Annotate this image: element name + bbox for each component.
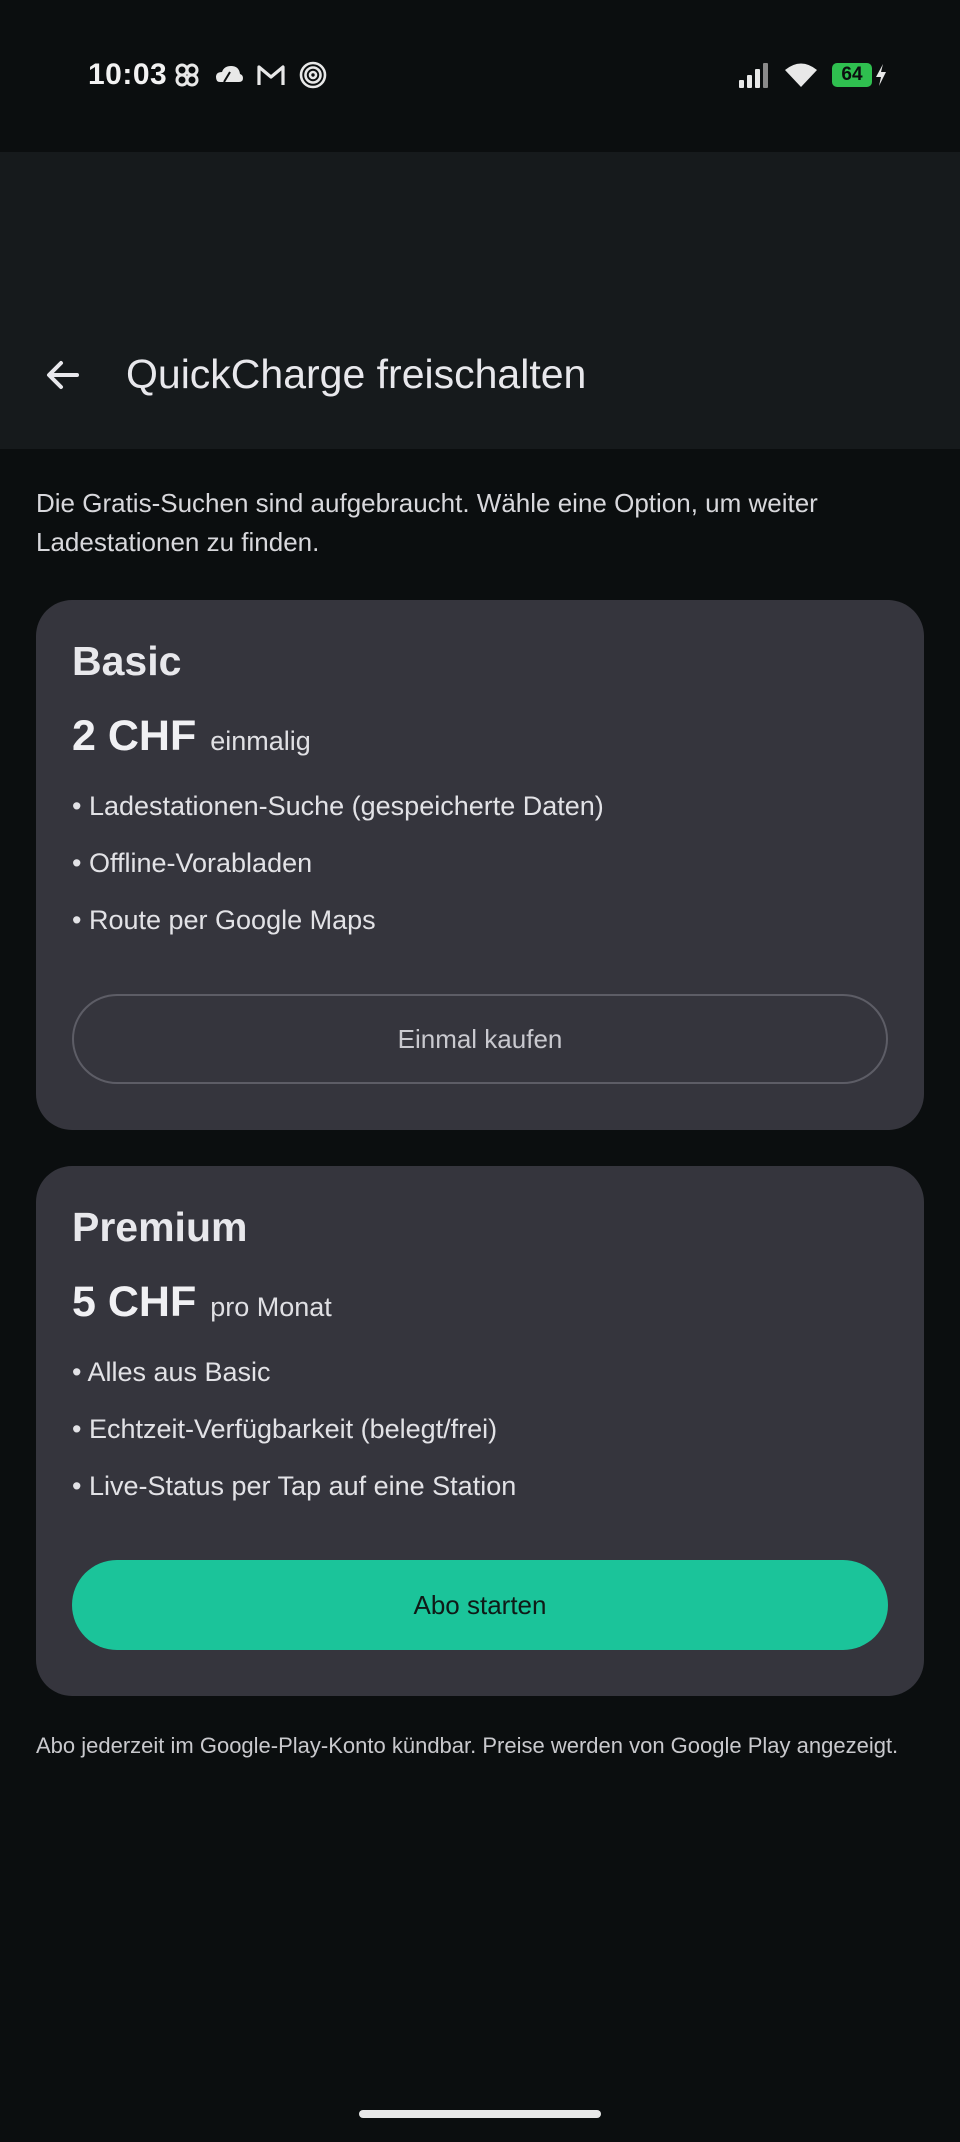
- target-icon: [299, 61, 327, 89]
- status-time: 10:03: [88, 58, 168, 91]
- feature-list: • Ladestationen-Suche (gespeicherte Date…: [72, 786, 604, 957]
- wifi-icon: [785, 63, 817, 87]
- plan-period: einmalig: [210, 726, 311, 756]
- buy-once-button[interactable]: Einmal kaufen: [72, 994, 888, 1084]
- gmail-icon: [257, 65, 285, 85]
- plan-name: Premium: [72, 1204, 248, 1250]
- charging-icon: [876, 64, 886, 86]
- plan-name: Basic: [72, 638, 182, 684]
- plan-price: 2 CHF: [72, 712, 197, 760]
- status-bar: 10:03 64: [0, 0, 960, 152]
- plan-card-basic: Basic 2 CHF einmalig • Ladestationen-Suc…: [36, 600, 924, 1130]
- home-indicator[interactable]: [359, 2110, 601, 2118]
- battery-level: 64: [841, 64, 863, 85]
- app-bar: [0, 152, 960, 449]
- feature-item: • Route per Google Maps: [72, 905, 376, 935]
- page-title: QuickCharge freischalten: [126, 351, 587, 397]
- price-row: 2 CHF einmalig: [72, 712, 311, 761]
- notification-icons: [172, 60, 328, 90]
- plan-card-premium: Premium 5 CHF pro Monat • Alles aus Basi…: [36, 1166, 924, 1696]
- feature-item: • Alles aus Basic: [72, 1357, 271, 1387]
- battery-icon: 64: [832, 63, 886, 87]
- system-icons: 64: [738, 62, 886, 88]
- feature-item: • Ladestationen-Suche (gespeicherte Date…: [72, 791, 604, 821]
- price-row: 5 CHF pro Monat: [72, 1278, 332, 1327]
- plan-price: 5 CHF: [72, 1278, 197, 1326]
- feature-item: • Live-Status per Tap auf eine Station: [72, 1471, 517, 1501]
- start-subscription-button[interactable]: Abo starten: [72, 1560, 888, 1650]
- pinwheel-icon: [175, 63, 199, 87]
- arrow-left-icon: [47, 361, 79, 389]
- footnote: Abo jederzeit im Google-Play-Konto kündb…: [36, 1733, 899, 1758]
- plan-period: pro Monat: [210, 1292, 332, 1322]
- cloud-icon: [216, 66, 243, 83]
- signal-icon: [739, 63, 768, 88]
- intro-text: Die Gratis-Suchen sind aufgebraucht. Wäh…: [36, 488, 818, 557]
- feature-list: • Alles aus Basic • Echtzeit-Verfügbarke…: [72, 1352, 516, 1523]
- feature-item: • Offline-Vorabladen: [72, 848, 313, 878]
- feature-item: • Echtzeit-Verfügbarkeit (belegt/frei): [72, 1414, 498, 1444]
- back-button[interactable]: [40, 352, 86, 398]
